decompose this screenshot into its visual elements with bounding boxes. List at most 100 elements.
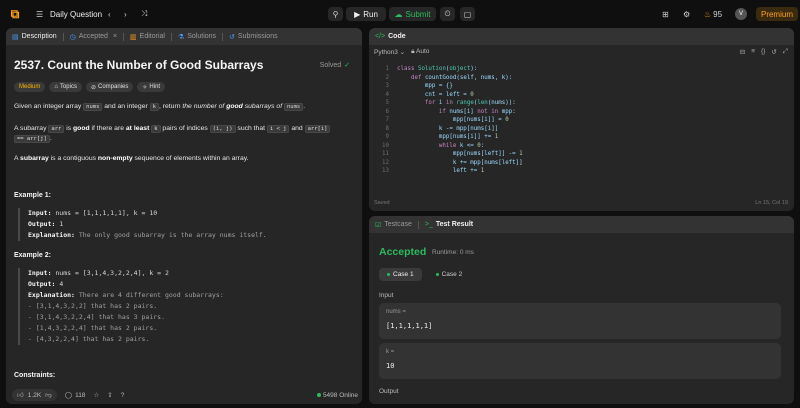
- prev-problem-icon[interactable]: ‹: [108, 7, 111, 21]
- help-icon[interactable]: ?: [121, 392, 125, 399]
- text: good: [226, 103, 243, 110]
- line-number: 10: [382, 142, 389, 149]
- text: such that: [235, 125, 267, 132]
- star-icon[interactable]: ☆: [93, 391, 99, 399]
- tab-editorial[interactable]: ▥ Editorial: [124, 28, 171, 45]
- companies-label: Companies: [98, 84, 129, 90]
- result-status: Accepted: [379, 246, 427, 258]
- example-input: Input: nums = [3,1,4,3,2,2,4], k = 2: [28, 268, 224, 279]
- case-2-tab[interactable]: Case 2: [428, 268, 471, 281]
- streak-counter[interactable]: ♨ 95: [704, 7, 722, 21]
- inline-code: k: [149, 103, 159, 111]
- line-number: 12: [382, 159, 389, 166]
- code-editor[interactable]: 1 class Solution(object): 2 def countGood(…: [369, 65, 794, 176]
- tab-description[interactable]: ▤ Description: [6, 28, 63, 45]
- format-icon[interactable]: ≡: [751, 48, 755, 56]
- reset-icon[interactable]: ↺: [771, 48, 776, 56]
- lock-icon: 🔒︎: [411, 48, 415, 55]
- thumbs-up-icon[interactable]: 👍︎: [17, 391, 24, 399]
- bookmark-icon[interactable]: ⊟: [740, 48, 745, 56]
- comments-button[interactable]: ◯ 118: [64, 391, 86, 400]
- language-select[interactable]: Python3 ⌄: [374, 48, 405, 56]
- shuffle-icon[interactable]: ⤨: [141, 7, 147, 21]
- companies-button[interactable]: ⊘ Companies: [85, 82, 134, 92]
- tab-code-label: Code: [388, 33, 406, 40]
- tab-test-result[interactable]: >_ Test Result: [419, 216, 479, 233]
- leetcode-logo-icon[interactable]: ⧉: [9, 7, 21, 21]
- output-label: Output:: [28, 280, 56, 288]
- problem-list-icon[interactable]: ☰: [36, 7, 43, 21]
- hint-button[interactable]: ✧ Hint: [137, 82, 166, 92]
- case-1-tab[interactable]: Case 1: [379, 268, 422, 281]
- clock-icon: ◷: [69, 33, 76, 41]
- description-paragraph-2: A subarray arr is good if there are at l…: [14, 124, 354, 144]
- input-value: nums = [3,1,4,3,2,2,4], k = 2: [51, 269, 169, 277]
- constraints-heading: Constraints:: [14, 372, 56, 379]
- layout-icon[interactable]: ⊞: [662, 7, 669, 21]
- debug-icon[interactable]: ⚲: [328, 7, 343, 21]
- input-k-box: k = 10: [379, 343, 781, 379]
- daily-question-title[interactable]: Daily Question: [50, 7, 102, 21]
- notes-icon[interactable]: ▢: [460, 7, 475, 21]
- tab-submissions-label: Submissions: [237, 33, 278, 40]
- text: good: [73, 125, 90, 132]
- result-tabbar: ☑ Testcase >_ Test Result: [369, 216, 794, 233]
- fullscreen-icon[interactable]: ⤢: [783, 48, 788, 56]
- like-count: 1.2K: [27, 391, 42, 399]
- line-number: 13: [382, 168, 389, 174]
- auto-toggle[interactable]: 🔒︎ Auto: [411, 48, 429, 56]
- top-bar: ⧉ ☰ Daily Question ‹ › ⤨ ⚲ ▶ Run ☁ Submi…: [0, 0, 800, 28]
- braces-icon[interactable]: {}: [761, 48, 765, 56]
- output-value: 4: [55, 280, 64, 288]
- language-value: Python3: [374, 49, 398, 56]
- text: and an integer: [102, 103, 150, 110]
- avatar[interactable]: V: [735, 8, 747, 20]
- comment-icon: ◯: [64, 392, 73, 399]
- difficulty-badge: Medium: [14, 82, 46, 92]
- text: , return: [158, 103, 183, 110]
- line-number: 3: [385, 83, 390, 89]
- inline-code: i < j: [266, 125, 290, 133]
- premium-button[interactable]: Premium: [756, 7, 798, 21]
- explanation-label: Explanation:: [28, 231, 75, 239]
- code-text: if nums[i] not in mpp:: [438, 108, 516, 115]
- run-label: Run: [363, 9, 378, 19]
- online-count: 5498 Online: [316, 392, 358, 399]
- tab-testcase[interactable]: ☑ Testcase: [369, 216, 418, 233]
- problem-title[interactable]: 2537. Count the Number of Good Subarrays: [14, 58, 263, 72]
- example-2-heading: Example 2:: [14, 252, 51, 259]
- code-text: mpp[nums[i]] += 1: [397, 134, 499, 140]
- code-panel: </> Code Python3 ⌄ 🔒︎ Auto ⊟ ≡ {} ↺ ⤢ 1 c…: [369, 28, 794, 211]
- text: pairs of indices: [160, 125, 210, 132]
- var-name: nums =: [386, 309, 406, 315]
- code-text: while k <= 0:: [438, 142, 485, 149]
- code-text: k += mpp[nums[left]]: [397, 159, 523, 166]
- code-text: for i in range(len(nums)):: [424, 100, 516, 106]
- settings-gear-icon[interactable]: ⚙: [683, 7, 690, 21]
- timer-icon[interactable]: ⏲: [440, 7, 455, 21]
- case-tabs: Case 1 Case 2: [379, 268, 470, 281]
- text: the number of: [182, 103, 227, 110]
- thumbs-down-icon[interactable]: 👎︎: [45, 391, 52, 399]
- code-line: 10 while k <= 0:: [369, 142, 794, 151]
- tab-submissions[interactable]: ↺ Submissions: [223, 28, 284, 45]
- tag-icon: ⌂: [54, 84, 58, 90]
- share-icon[interactable]: ⇪: [107, 391, 112, 399]
- close-icon[interactable]: ×: [113, 33, 117, 40]
- fire-icon: ♨: [704, 9, 712, 19]
- run-button[interactable]: ▶ Run: [346, 7, 386, 21]
- inline-code: nums: [83, 103, 103, 111]
- pass-dot-icon: [435, 273, 439, 276]
- tab-accepted[interactable]: ◷ Accepted ×: [64, 28, 123, 45]
- var-value: 10: [386, 362, 395, 370]
- code-line: 3 mpp = {}: [369, 82, 794, 91]
- tab-solutions[interactable]: ⚗ Solutions: [172, 28, 222, 45]
- code-line: 6 if nums[i] not in mpp:: [369, 108, 794, 117]
- input-label: Input:: [28, 269, 52, 277]
- tab-code[interactable]: </> Code: [369, 28, 412, 45]
- submit-button[interactable]: ☁ Submit: [389, 7, 436, 21]
- input-nums-box: nums = [1,1,1,1,1]: [379, 303, 781, 339]
- next-problem-icon[interactable]: ›: [124, 7, 127, 21]
- text: at least: [125, 125, 152, 132]
- topics-button[interactable]: ⌂ Topics: [49, 82, 82, 92]
